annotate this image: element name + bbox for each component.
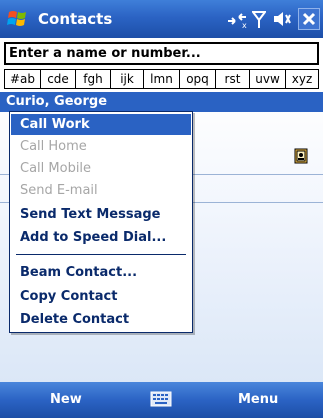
volume-icon[interactable]	[272, 9, 292, 29]
menu-item-add-to-speed-dial[interactable]: Add to Speed Dial...	[11, 227, 191, 248]
contact-row[interactable]: Curio, George	[0, 92, 323, 112]
menu-item-call-work[interactable]: Call Work	[11, 114, 191, 135]
close-icon	[302, 12, 316, 26]
menu-softkey[interactable]: Menu	[238, 390, 278, 410]
menu-item-copy-contact[interactable]: Copy Contact	[11, 286, 191, 307]
signal-icon[interactable]	[252, 9, 266, 29]
menu-item-call-mobile[interactable]: Call Mobile	[11, 158, 191, 179]
menu-item-delete-contact[interactable]: Delete Contact	[11, 309, 191, 330]
app-title: Contacts	[38, 10, 113, 28]
menu-item-send-email[interactable]: Send E-mail	[11, 180, 191, 201]
menu-item-call-home[interactable]: Call Home	[11, 136, 191, 157]
close-button[interactable]	[298, 8, 320, 30]
alpha-tab-ijk[interactable]: ijk	[111, 70, 144, 88]
title-bar: Contacts x	[0, 0, 323, 38]
contact-card-icon	[294, 148, 308, 164]
keyboard-icon[interactable]	[150, 391, 172, 407]
windows-flag-icon[interactable]	[6, 7, 32, 31]
alpha-tab-cde[interactable]: cde	[41, 70, 76, 88]
alpha-tab-ab[interactable]: #ab	[5, 70, 41, 88]
alpha-tab-fgh[interactable]: fgh	[76, 70, 111, 88]
alpha-tab-xyz[interactable]: xyz	[286, 70, 318, 88]
softkey-bar: New Menu	[0, 382, 323, 418]
menu-item-send-text-message[interactable]: Send Text Message	[11, 204, 191, 225]
search-input[interactable]: Enter a name or number...	[4, 42, 319, 65]
new-softkey[interactable]: New	[50, 390, 82, 410]
alphabet-tabs: #ab cde fgh ijk lmn opq rst uvw xyz	[4, 69, 319, 89]
alpha-tab-opq[interactable]: opq	[180, 70, 216, 88]
contact-name: Curio, George	[6, 94, 108, 109]
menu-item-beam-contact[interactable]: Beam Contact...	[11, 262, 191, 283]
alpha-tab-lmn[interactable]: lmn	[144, 70, 180, 88]
connectivity-icon[interactable]: x	[226, 9, 248, 29]
menu-separator	[16, 254, 186, 255]
context-menu: Call Work Call Home Call Mobile Send E-m…	[9, 111, 193, 333]
alpha-tab-rst[interactable]: rst	[216, 70, 250, 88]
svg-text:x: x	[242, 21, 247, 29]
alpha-tab-uvw[interactable]: uvw	[250, 70, 286, 88]
